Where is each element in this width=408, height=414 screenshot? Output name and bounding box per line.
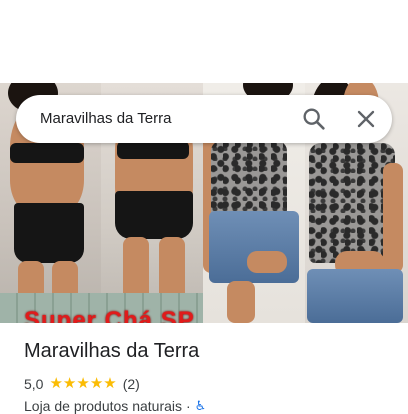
place-title[interactable]: Maravilhas da Terra xyxy=(24,340,199,363)
rating-row[interactable]: 5,0 ★ ★ ★ ★ ★ (2) xyxy=(24,375,140,393)
wheelchair-accessible-icon: ♿ xyxy=(194,398,207,413)
review-count[interactable]: (2) xyxy=(123,376,140,392)
search-input[interactable]: Maravilhas da Terra xyxy=(40,95,171,143)
star-icon: ★ xyxy=(76,375,90,392)
top-blank-area xyxy=(0,0,408,83)
star-icon: ★ xyxy=(62,375,77,392)
photo-watermark-text: Super Chá SP xyxy=(24,307,195,323)
close-icon[interactable] xyxy=(352,105,380,133)
rating-stars: ★ ★ ★ ★ ★ xyxy=(49,375,116,393)
place-category: Loja de produtos naturais xyxy=(24,398,182,414)
rating-value: 5,0 xyxy=(24,376,44,392)
star-icon: ★ xyxy=(103,375,117,392)
search-icon[interactable] xyxy=(300,105,328,133)
search-box[interactable]: Maravilhas da Terra xyxy=(16,95,392,143)
star-icon: ★ xyxy=(89,375,104,392)
category-row: Loja de produtos naturais · ♿ xyxy=(24,398,206,414)
star-icon: ★ xyxy=(49,375,63,392)
category-separator: · xyxy=(186,398,191,414)
